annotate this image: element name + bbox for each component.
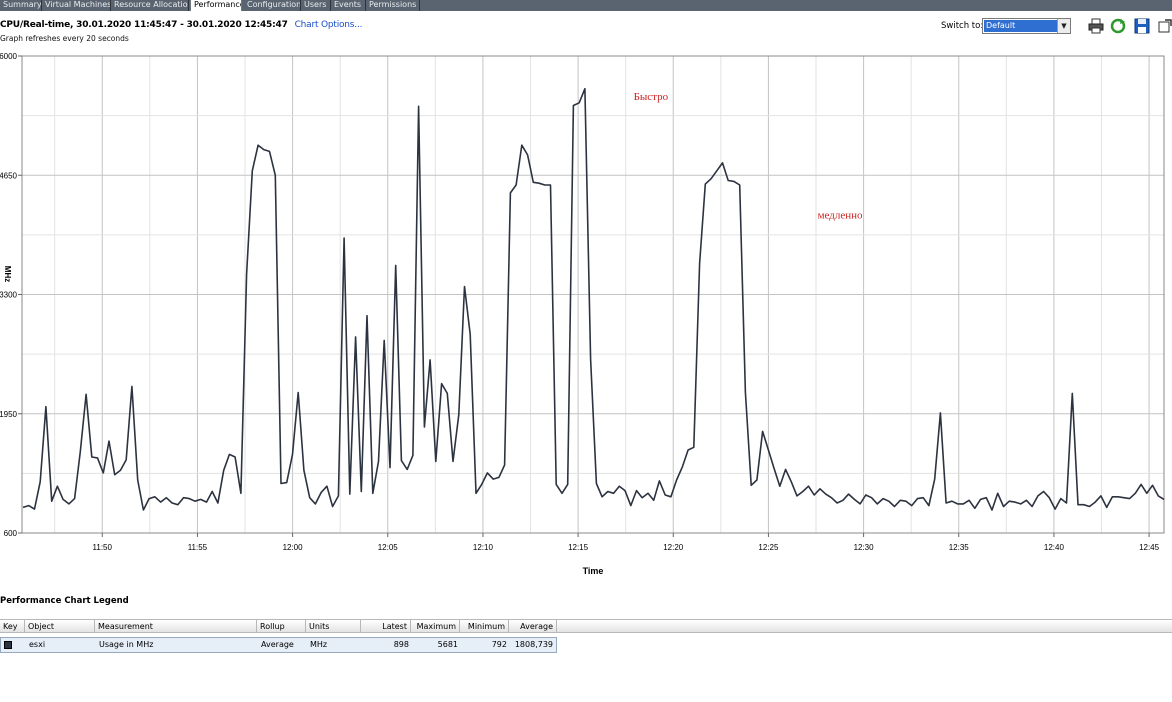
tab-configuration[interactable]: Configuration xyxy=(244,0,301,11)
legend-header-row: Key Object Measurement Rollup Units Late… xyxy=(0,619,1172,633)
series-line-esxi xyxy=(22,87,1165,511)
x-tick-label: 12:00 xyxy=(283,543,304,552)
x-tick-label: 12:20 xyxy=(663,543,684,552)
col-minimum[interactable]: Minimum xyxy=(460,620,509,633)
legend-measurement: Usage in MHz xyxy=(99,640,154,649)
legend-maximum: 5681 xyxy=(437,640,458,649)
col-rollup[interactable]: Rollup xyxy=(257,620,306,633)
y-tick-label: 1950 xyxy=(0,410,18,419)
legend-row[interactable]: esxi Usage in MHz Average MHz 898 5681 7… xyxy=(0,637,557,653)
refresh-icon[interactable] xyxy=(1110,18,1126,34)
x-tick-label: 12:35 xyxy=(949,543,970,552)
printer-icon[interactable] xyxy=(1088,18,1104,34)
legend-average: 1808,739 xyxy=(514,640,553,649)
x-tick-label: 11:50 xyxy=(93,543,113,552)
col-maximum[interactable]: Maximum xyxy=(411,620,460,633)
chart-grid xyxy=(22,56,1164,533)
tab-resource-allocation[interactable]: Resource Allocation xyxy=(111,0,189,11)
series-color-key xyxy=(4,641,12,649)
chevron-down-icon[interactable]: ▼ xyxy=(1057,19,1070,33)
x-tick-label: 12:05 xyxy=(378,543,399,552)
col-measurement[interactable]: Measurement xyxy=(95,620,257,633)
x-tick-label: 11:55 xyxy=(188,543,208,552)
popout-icon[interactable] xyxy=(1157,18,1172,34)
tab-summary[interactable]: Summary xyxy=(0,0,42,11)
x-tick-label: 12:40 xyxy=(1044,543,1065,552)
x-tick-label: 12:10 xyxy=(473,543,494,552)
col-units[interactable]: Units xyxy=(306,620,361,633)
col-average[interactable]: Average xyxy=(509,620,557,633)
tab-bar: Summary Virtual Machines Resource Alloca… xyxy=(0,0,1172,11)
chart-annotation: медленно xyxy=(818,210,863,222)
annotations: Быстро медленно xyxy=(634,91,863,221)
legend-title: Performance Chart Legend xyxy=(0,596,129,606)
series-layer xyxy=(22,87,1165,511)
chart-options-link[interactable]: Chart Options... xyxy=(295,20,363,30)
x-tick-label: 12:25 xyxy=(758,543,779,552)
x-tick-label: 12:45 xyxy=(1139,543,1160,552)
col-latest[interactable]: Latest xyxy=(361,620,411,633)
legend-units: MHz xyxy=(310,640,328,649)
col-object[interactable]: Object xyxy=(25,620,95,633)
col-key[interactable]: Key xyxy=(0,620,25,633)
tab-events[interactable]: Events xyxy=(331,0,366,11)
performance-chart: 600 1950 3300 4650 6000 11:50 11:55 12:00 12:05… xyxy=(0,52,1165,576)
tab-users[interactable]: Users xyxy=(301,0,331,11)
x-axis-label: Time xyxy=(583,566,604,576)
save-icon[interactable] xyxy=(1134,18,1150,34)
y-tick-label: 4650 xyxy=(0,171,18,180)
tab-virtual-machines[interactable]: Virtual Machines xyxy=(42,0,111,11)
tab-performance[interactable]: Performance xyxy=(190,0,242,11)
legend-object: esxi xyxy=(29,640,46,649)
chart-title-text: CPU/Real-time, 30.01.2020 11:45:47 - 30.… xyxy=(0,20,288,30)
tab-permissions[interactable]: Permissions xyxy=(366,0,420,11)
x-axis: 11:50 11:55 12:00 12:05 12:10 12:15 12:20 12:25… xyxy=(93,533,1160,552)
switch-to-select[interactable]: Default ▼ xyxy=(982,18,1071,34)
switch-to-label: Switch to: xyxy=(941,21,984,31)
x-tick-label: 12:15 xyxy=(568,543,589,552)
legend-latest: 898 xyxy=(393,640,409,649)
legend-rollup: Average xyxy=(261,640,294,649)
chart-title: CPU/Real-time, 30.01.2020 11:45:47 - 30.… xyxy=(0,20,362,30)
chart-annotation: Быстро xyxy=(634,91,669,103)
legend-minimum: 792 xyxy=(491,640,507,649)
y-tick-label: 6000 xyxy=(0,52,18,61)
y-axis-label: MHz xyxy=(3,266,12,282)
switch-to-value: Default xyxy=(984,20,1057,32)
y-tick-label: 600 xyxy=(4,529,18,538)
y-tick-label: 3300 xyxy=(0,291,18,300)
y-axis: 600 1950 3300 4650 6000 xyxy=(0,52,22,538)
refresh-note: Graph refreshes every 20 seconds xyxy=(0,34,129,43)
x-tick-label: 12:30 xyxy=(854,543,875,552)
